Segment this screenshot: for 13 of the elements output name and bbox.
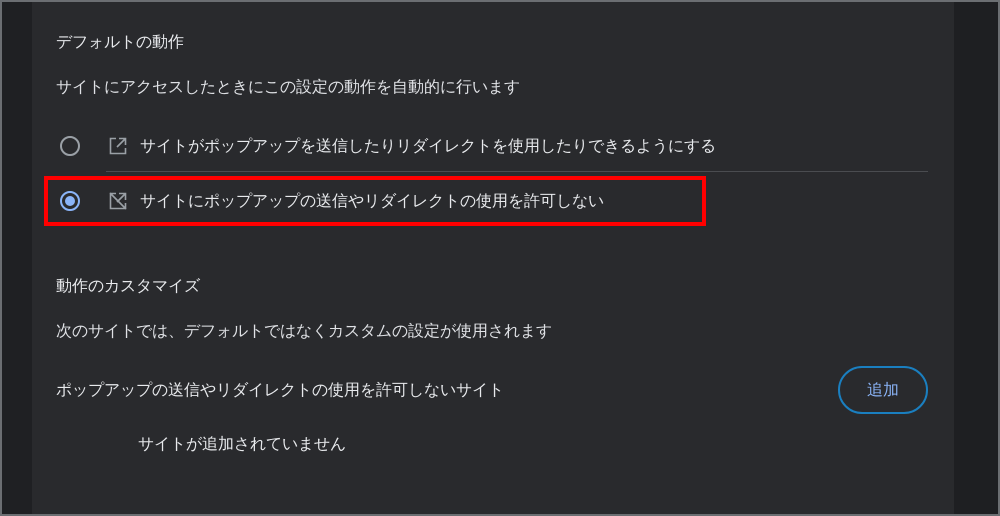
section-title: デフォルトの動作 (56, 32, 185, 53)
list-title: ポップアップの送信やリダイレクトの使用を許可しないサイト (56, 380, 504, 400)
section-description: サイトにアクセスしたときにこの設定の動作を自動的に行います (56, 77, 521, 98)
blocked-popup-icon (108, 191, 128, 211)
option-label[interactable]: サイトがポップアップを送信したりリダイレクトを使用したりできるようにする (140, 136, 716, 156)
radio-button[interactable] (60, 136, 80, 156)
open-in-new-icon (108, 136, 128, 156)
section-title: 動作のカスタマイズ (56, 276, 201, 297)
radio-button[interactable] (60, 191, 80, 211)
add-button[interactable]: 追加 (838, 366, 928, 414)
section-description: 次のサイトでは、デフォルトではなくカスタムの設定が使用されます (56, 321, 553, 342)
option-label[interactable]: サイトにポップアップの送信やリダイレクトの使用を許可しない (140, 190, 604, 212)
empty-message: サイトが追加されていません (138, 434, 347, 455)
